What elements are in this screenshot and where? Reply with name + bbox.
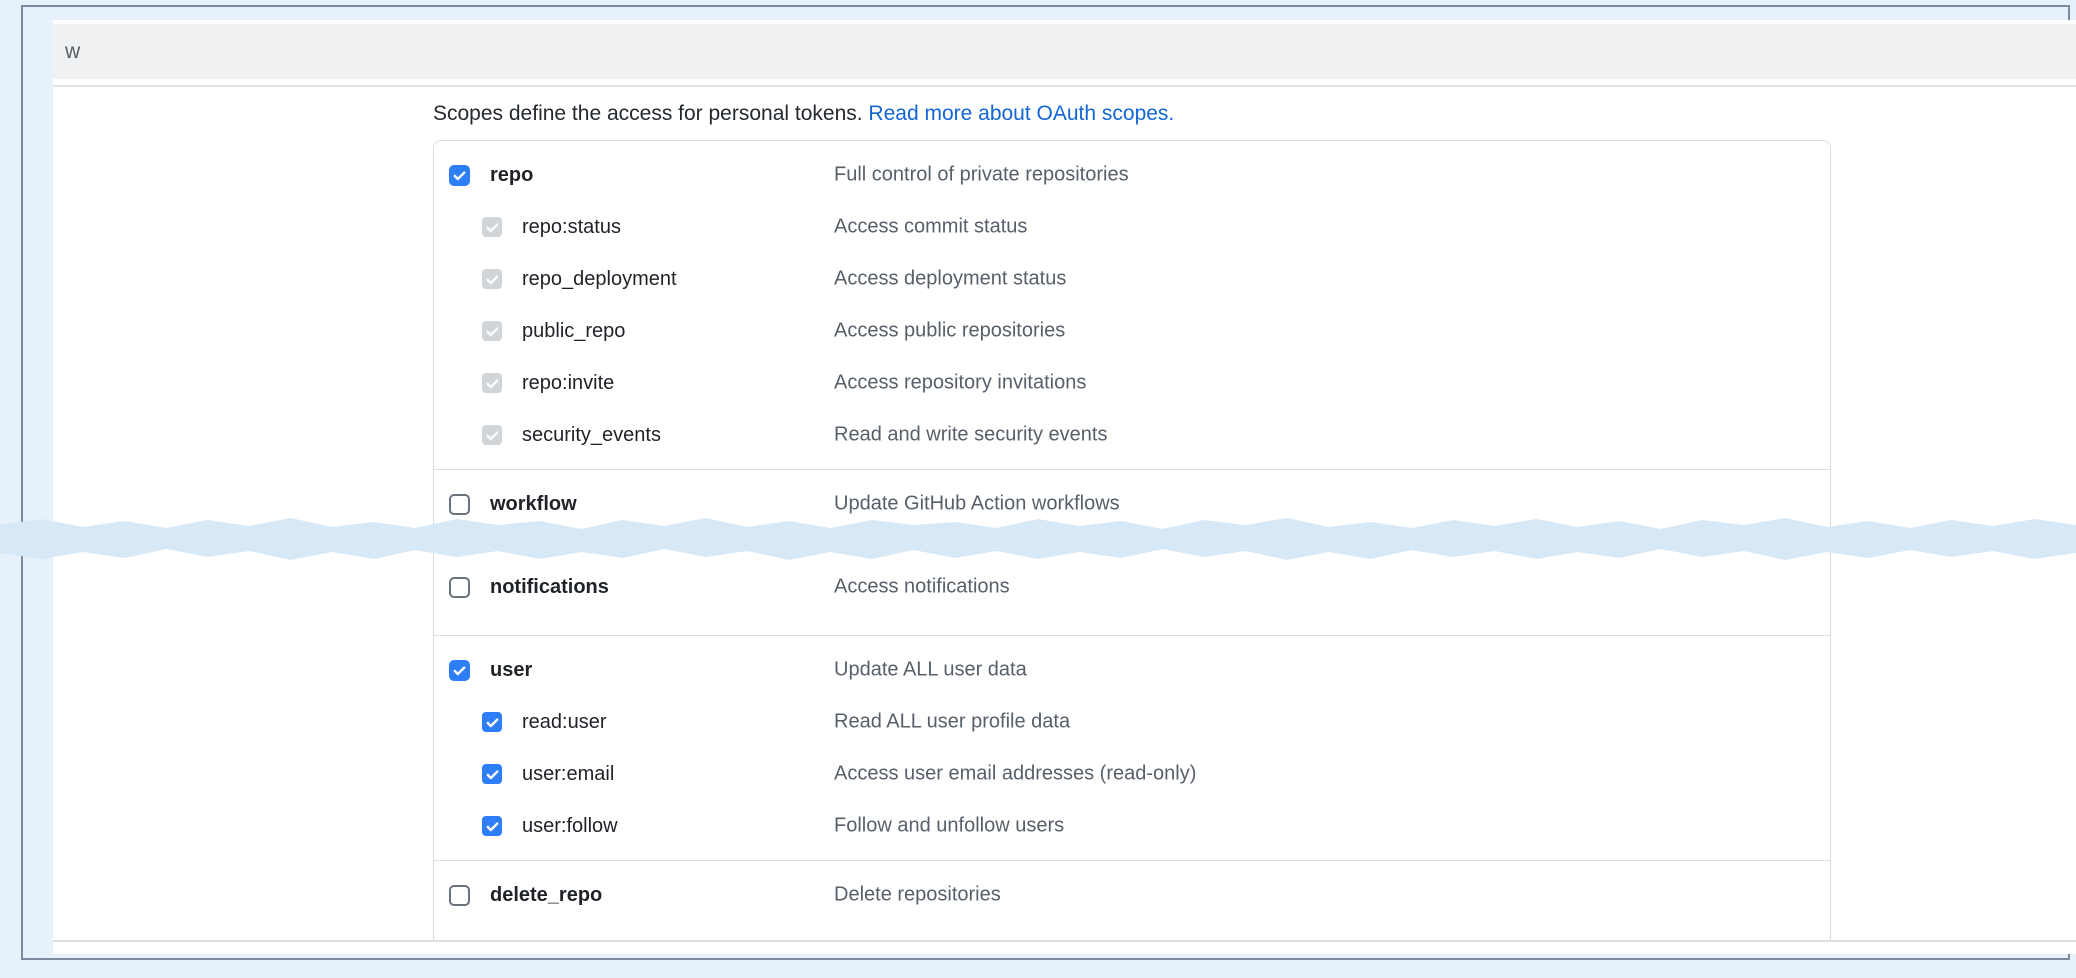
scope-label: user:follow [522,815,618,838]
checkbox-checked-user-email[interactable] [482,764,502,784]
scope-label: public_repo [522,320,625,343]
scope-label: repo [490,164,533,187]
scope-row: security_events Read and write security e… [434,409,1830,461]
scope-description: Access repository invitations [834,372,1086,395]
scope-row: notifications Access notifications [434,561,1830,613]
section-divider [53,940,2076,942]
scope-label: user:email [522,763,614,786]
scope-row: read:user Read ALL user profile data [434,696,1830,748]
checkbox-checked-repo-deployment [482,269,502,289]
scope-description: Read and write security events [834,424,1107,447]
checkbox-checked-security-events [482,425,502,445]
header-divider [53,85,2076,87]
content-panel: w Scopes define the access for personal … [53,20,2076,954]
checkbox-checked-read-user[interactable] [482,712,502,732]
scope-description: Update ALL user data [834,659,1027,682]
checkbox-checked-repo[interactable] [449,165,470,186]
oauth-scopes-link[interactable]: Read more about OAuth scopes. [868,102,1174,125]
checkbox-checked-user-follow[interactable] [482,816,502,836]
scope-row: user Update ALL user data [434,644,1830,696]
scope-description: Access commit status [834,216,1027,239]
scope-row: repo:status Access commit status [434,201,1830,253]
checkbox-unchecked-workflow[interactable] [449,494,470,515]
scope-row: delete_repo Delete repositories [434,869,1830,921]
scope-label: user [490,659,532,682]
scope-description: Delete repositories [834,884,1001,907]
scopes-description-text: Scopes define the access for personal to… [433,102,868,125]
scope-description: Access notifications [834,576,1010,599]
scope-group-user: user Update ALL user data read:user Read AL… [434,635,1830,860]
scope-description: Read ALL user profile data [834,711,1070,734]
scope-description: Access public repositories [834,320,1065,343]
scope-row: repo Full control of private repositories [434,149,1830,201]
checkbox-checked-user[interactable] [449,660,470,681]
scope-description: Full control of private repositories [834,164,1129,187]
scope-row: user:email Access user email addresses (r… [434,748,1830,800]
scope-group-repo: repo Full control of private repositories… [434,141,1830,469]
scope-group-delete_repo: delete_repo Delete repositories [434,860,1830,929]
scope-label: repo_deployment [522,268,677,291]
checkbox-checked-repo-invite [482,373,502,393]
checkbox-unchecked-delete-repo[interactable] [449,885,470,906]
scope-row: user:follow Follow and unfollow users [434,800,1830,852]
scope-label: security_events [522,424,661,447]
checkbox-checked-public-repo [482,321,502,341]
scope-label: delete_repo [490,884,602,907]
scope-row: repo_deployment Access deployment status [434,253,1830,305]
scope-description: Follow and unfollow users [834,815,1064,838]
scope-label: repo:status [522,216,621,239]
scope-description: Update GitHub Action workflows [834,493,1120,516]
scope-label: repo:invite [522,372,614,395]
scope-label: notifications [490,576,609,599]
checkbox-unchecked-notifications[interactable] [449,577,470,598]
scope-description: Access user email addresses (read-only) [834,763,1196,786]
note-field[interactable]: w [53,24,2076,79]
scope-label: read:user [522,711,607,734]
scopes-description: Scopes define the access for personal to… [433,102,1174,126]
scope-description: Access deployment status [834,268,1066,291]
scope-row: public_repo Access public repositories [434,305,1830,357]
scope-label: workflow [490,493,577,516]
checkbox-checked-repo-status [482,217,502,237]
window-frame: w Scopes define the access for personal … [21,5,2070,960]
scope-row: repo:invite Access repository invitations [434,357,1830,409]
note-field-value: w [65,40,80,63]
